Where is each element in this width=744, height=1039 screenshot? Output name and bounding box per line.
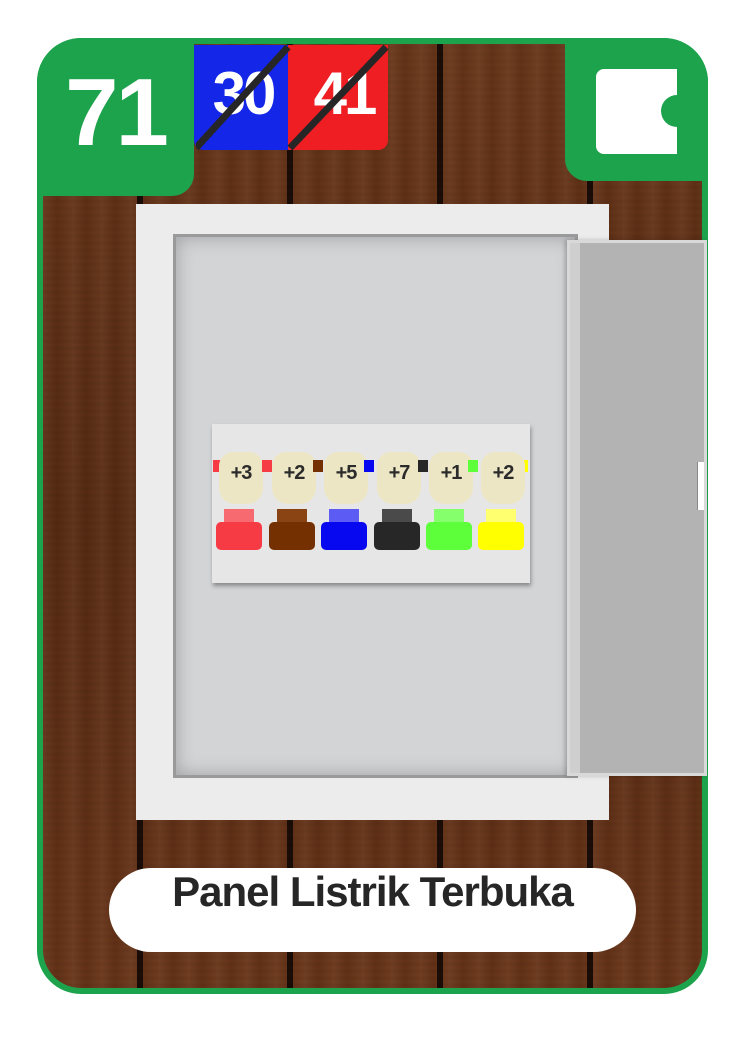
breaker-base: [216, 522, 262, 550]
breaker-base: [269, 522, 315, 550]
breaker-wire: [364, 460, 374, 472]
breaker-wire: [418, 460, 428, 472]
breaker-label: +2: [283, 462, 306, 484]
breaker-blue[interactable]: +5: [313, 448, 368, 551]
card-code-icon: [596, 69, 677, 154]
breaker-base: [426, 522, 472, 550]
split-slash-icon: [196, 45, 389, 150]
breaker-label: +3: [230, 462, 253, 484]
breaker-yellow[interactable]: +2: [468, 448, 528, 551]
breaker-label: +5: [335, 462, 358, 484]
breaker-label: +7: [388, 462, 411, 484]
card-score: 71: [65, 59, 169, 166]
breaker-wire: [262, 460, 272, 472]
breaker-wire: [468, 460, 478, 472]
breaker-wire: [313, 460, 323, 472]
breaker-base: [374, 522, 420, 550]
breaker-neck: [434, 509, 464, 522]
breaker-brown[interactable]: +2: [262, 448, 316, 551]
breaker-base: [478, 522, 524, 550]
door-handle[interactable]: [697, 462, 704, 510]
breaker-neck: [224, 509, 254, 522]
breaker-neck: [382, 509, 412, 522]
breaker-black[interactable]: +7: [364, 448, 421, 551]
electrical-panel-door[interactable]: [567, 240, 707, 776]
card-title: Panel Listrik Terbuka: [172, 868, 574, 915]
breaker-neck: [329, 509, 359, 522]
breaker-base: [321, 522, 367, 550]
breaker-neck: [277, 509, 307, 522]
breaker-label: +1: [440, 462, 463, 484]
breaker-green[interactable]: +1: [418, 448, 473, 551]
breaker-red[interactable]: +3: [213, 448, 263, 551]
breaker-neck: [486, 509, 516, 522]
breaker-label: +2: [492, 462, 515, 484]
